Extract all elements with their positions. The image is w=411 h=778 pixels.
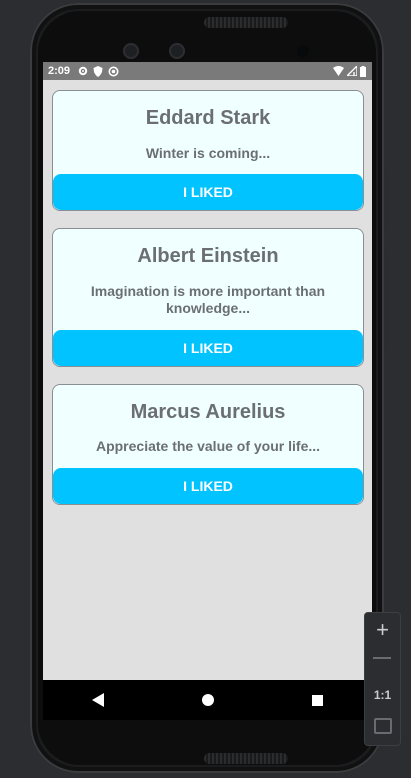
home-icon[interactable] [202,694,214,706]
front-camera-icon [169,43,185,59]
quote-card: Eddard Stark Winter is coming... I LIKED [52,90,364,211]
quote-text: Imagination is more important than knowl… [90,283,326,316]
volume-button[interactable] [384,250,388,350]
status-time: 2:09 [48,65,71,77]
actual-size-button[interactable]: 1:1 [365,688,400,702]
back-icon[interactable] [92,693,104,707]
navigation-bar [43,680,372,720]
like-button[interactable]: I LIKED [53,174,363,210]
circle-icon [108,66,119,76]
like-button[interactable]: I LIKED [53,468,363,504]
power-button[interactable] [384,170,388,230]
quote-card: Albert Einstein Imagination is more impo… [52,228,364,367]
zoom-out-button[interactable] [373,657,391,659]
emulator-zoom-panel: + 1:1 [364,612,401,746]
signal-icon [347,66,357,76]
proximity-sensor-icon [297,45,309,57]
author-name: Albert Einstein [137,245,279,267]
author-name: Eddard Stark [145,107,271,129]
app-screen: 2:09 Eddard Stark Winter is coming... I … [43,62,372,720]
gear-icon [78,66,88,76]
zoom-in-button[interactable]: + [365,617,400,643]
recents-icon[interactable] [312,694,323,706]
battery-icon [360,65,366,77]
quote-text: Appreciate the value of your life... [95,438,321,454]
quote-card: Marcus Aurelius Appreciate the value of … [52,384,364,505]
top-speaker [204,17,288,28]
fit-screen-icon[interactable] [374,718,392,734]
shield-icon [93,65,103,77]
quote-text: Winter is coming... [145,145,271,161]
bottom-speaker [204,753,288,764]
wifi-icon [333,66,344,76]
like-button[interactable]: I LIKED [53,330,363,366]
front-sensor-icon [123,43,139,59]
author-name: Marcus Aurelius [130,401,286,423]
status-bar: 2:09 [43,62,372,80]
